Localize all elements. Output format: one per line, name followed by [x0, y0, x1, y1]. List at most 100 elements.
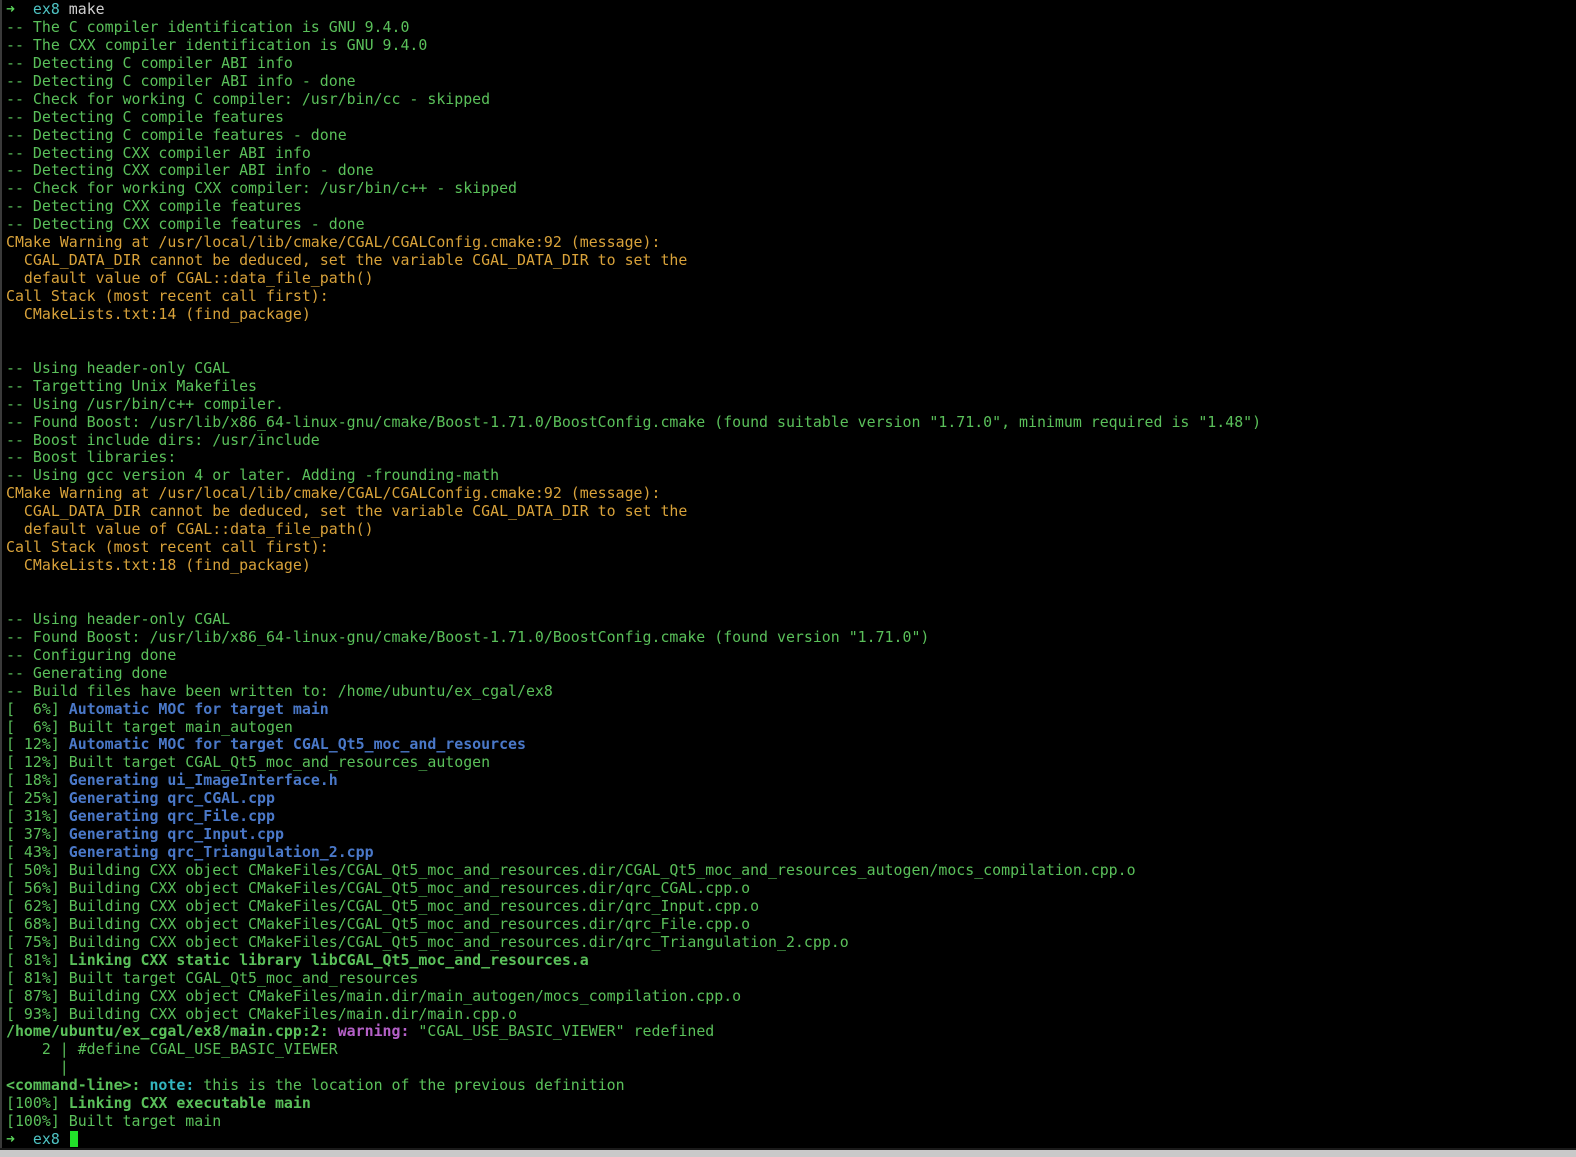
prompt-directory: ex8 — [32, 1131, 60, 1149]
terminal-line: [ 56%] Building CXX object CMakeFiles/CG… — [6, 880, 1568, 898]
terminal-line: [ 50%] Building CXX object CMakeFiles/CG… — [6, 862, 1568, 880]
output-text: -- Using header-only CGAL — [6, 610, 231, 628]
output-text: -- Check for working CXX compiler: /usr/… — [6, 180, 518, 198]
output-text: note: — [149, 1077, 195, 1095]
terminal-line: [ 25%] Generating qrc_CGAL.cpp — [6, 790, 1568, 808]
output-text: [ 56%] Building CXX object CMakeFiles/CG… — [6, 879, 751, 897]
terminal-line: -- Using header-only CGAL — [6, 360, 1568, 378]
output-text: [ 81%] Built target CGAL_Qt5_moc_and_res… — [6, 969, 419, 987]
output-text: -- Found Boost: /usr/lib/x86_64-linux-gn… — [6, 413, 1262, 431]
output-text: Generating ui_ImageInterface.h — [68, 772, 338, 790]
output-text: -- Build files have been written to: /ho… — [6, 682, 553, 700]
output-text: 2 | #define CGAL_USE_BASIC_VIEWER — [6, 1041, 338, 1059]
output-text: -- Detecting C compiler ABI info — [6, 54, 293, 72]
output-text: -- Check for working C compiler: /usr/bi… — [6, 90, 491, 108]
window-left-border — [0, 0, 2, 1157]
output-text: Generating qrc_Input.cpp — [68, 826, 284, 844]
terminal-line: Call Stack (most recent call first): — [6, 539, 1568, 557]
terminal-line: -- Boost include dirs: /usr/include — [6, 432, 1568, 450]
terminal-line: | — [6, 1059, 1568, 1077]
terminal-line: -- Using header-only CGAL — [6, 611, 1568, 629]
output-text: | — [6, 1059, 69, 1077]
terminal-line: CGAL_DATA_DIR cannot be deduced, set the… — [6, 252, 1568, 270]
terminal-line: -- Found Boost: /usr/lib/x86_64-linux-gn… — [6, 629, 1568, 647]
output-text: Automatic MOC for target main — [68, 700, 329, 718]
terminal-line: -- Using gcc version 4 or later. Adding … — [6, 467, 1568, 485]
terminal-line: -- Detecting C compiler ABI info — [6, 55, 1568, 73]
terminal-line: /home/ubuntu/ex_cgal/ex8/main.cpp:2: war… — [6, 1023, 1568, 1041]
output-text: [100%] Built target main — [6, 1113, 222, 1131]
output-text: -- Using header-only CGAL — [6, 359, 231, 377]
output-text: CGAL_DATA_DIR cannot be deduced, set the… — [6, 503, 688, 521]
output-text: CMakeLists.txt:18 (find_package) — [6, 557, 311, 575]
output-text: [ 62%] Building CXX object CMakeFiles/CG… — [6, 897, 760, 915]
terminal-line: [ 6%] Built target main_autogen — [6, 719, 1568, 737]
output-text: [ 31%] — [6, 808, 69, 826]
output-text: [ 6%] Built target main_autogen — [6, 718, 293, 736]
terminal-line: -- Boost libraries: — [6, 449, 1568, 467]
output-text: -- The CXX compiler identification is GN… — [6, 36, 428, 54]
terminal-line: CMakeLists.txt:18 (find_package) — [6, 557, 1568, 575]
output-text: [ 12%] — [6, 736, 69, 754]
output-text: Call Stack (most recent call first): — [6, 539, 329, 557]
output-text: -- Detecting CXX compiler ABI info — [6, 144, 311, 162]
terminal-line: [ 87%] Building CXX object CMakeFiles/ma… — [6, 988, 1568, 1006]
terminal-cursor[interactable] — [69, 1131, 78, 1148]
terminal-line: -- Detecting CXX compiler ABI info - don… — [6, 162, 1568, 180]
output-text: Generating qrc_CGAL.cpp — [68, 790, 275, 808]
terminal-line: -- Detecting C compiler ABI info - done — [6, 73, 1568, 91]
output-text: Automatic MOC for target CGAL_Qt5_moc_an… — [68, 736, 526, 754]
output-text: -- Detecting C compile features — [6, 108, 284, 126]
terminal-line: CMake Warning at /usr/local/lib/cmake/CG… — [6, 234, 1568, 252]
terminal-line: -- Detecting C compile features — [6, 109, 1568, 127]
terminal-line: default value of CGAL::data_file_path() — [6, 521, 1568, 539]
output-text: this is the location of the previous def… — [194, 1077, 625, 1095]
terminal-line: [ 12%] Built target CGAL_Qt5_moc_and_res… — [6, 754, 1568, 772]
output-text: default value of CGAL::data_file_path() — [6, 521, 374, 539]
terminal-line: [ 31%] Generating qrc_File.cpp — [6, 808, 1568, 826]
terminal-line: CGAL_DATA_DIR cannot be deduced, set the… — [6, 503, 1568, 521]
terminal-line: -- Build files have been written to: /ho… — [6, 683, 1568, 701]
output-text: -- Boost include dirs: /usr/include — [6, 431, 320, 449]
prompt-line: ➜ ex8 — [6, 1131, 1568, 1149]
output-text: Generating qrc_Triangulation_2.cpp — [68, 844, 374, 862]
output-text: -- Configuring done — [6, 646, 177, 664]
output-text: [ 87%] Building CXX object CMakeFiles/ma… — [6, 987, 742, 1005]
terminal-line: -- Detecting CXX compile features — [6, 198, 1568, 216]
terminal-line: -- Found Boost: /usr/lib/x86_64-linux-gn… — [6, 414, 1568, 432]
terminal-line: -- Generating done — [6, 665, 1568, 683]
output-text: [ 43%] — [6, 844, 69, 862]
output-text: default value of CGAL::data_file_path() — [6, 270, 374, 288]
output-text: -- Detecting CXX compile features - done — [6, 216, 365, 234]
terminal-line: 2 | #define CGAL_USE_BASIC_VIEWER — [6, 1041, 1568, 1059]
output-text: [ 18%] — [6, 772, 69, 790]
output-text: CGAL_DATA_DIR cannot be deduced, set the… — [6, 252, 688, 270]
terminal-line: [ 37%] Generating qrc_Input.cpp — [6, 826, 1568, 844]
terminal-line: default value of CGAL::data_file_path() — [6, 270, 1568, 288]
terminal-line: -- Detecting C compile features - done — [6, 127, 1568, 145]
terminal-line: [ 43%] Generating qrc_Triangulation_2.cp… — [6, 844, 1568, 862]
terminal-line: CMakeLists.txt:14 (find_package) — [6, 306, 1568, 324]
window-bottom-border — [0, 1150, 1576, 1157]
terminal-line: -- The C compiler identification is GNU … — [6, 19, 1568, 37]
terminal-line: [ 18%] Generating ui_ImageInterface.h — [6, 772, 1568, 790]
output-text: CMake Warning at /usr/local/lib/cmake/CG… — [6, 485, 661, 503]
output-text: Generating qrc_File.cpp — [68, 808, 275, 826]
output-text: -- Using gcc version 4 or later. Adding … — [6, 467, 500, 485]
terminal-line: -- Detecting CXX compiler ABI info — [6, 145, 1568, 163]
output-text: [ 81%] — [6, 951, 69, 969]
terminal-line: [ 93%] Building CXX object CMakeFiles/ma… — [6, 1006, 1568, 1024]
prompt-arrow-icon: ➜ — [6, 1, 33, 18]
terminal-line: -- Detecting CXX compile features - done — [6, 216, 1568, 234]
output-text: make — [59, 1, 105, 18]
output-text: [ 6%] — [6, 700, 69, 718]
terminal-line: [ 6%] Automatic MOC for target main — [6, 701, 1568, 719]
output-text: Linking CXX executable main — [68, 1095, 311, 1113]
terminal-window[interactable]: ➜ ex8 make -- The C compiler identificati… — [0, 0, 1576, 1157]
output-text: warning: — [337, 1023, 410, 1041]
output-text: CMake Warning at /usr/local/lib/cmake/CG… — [6, 234, 661, 252]
